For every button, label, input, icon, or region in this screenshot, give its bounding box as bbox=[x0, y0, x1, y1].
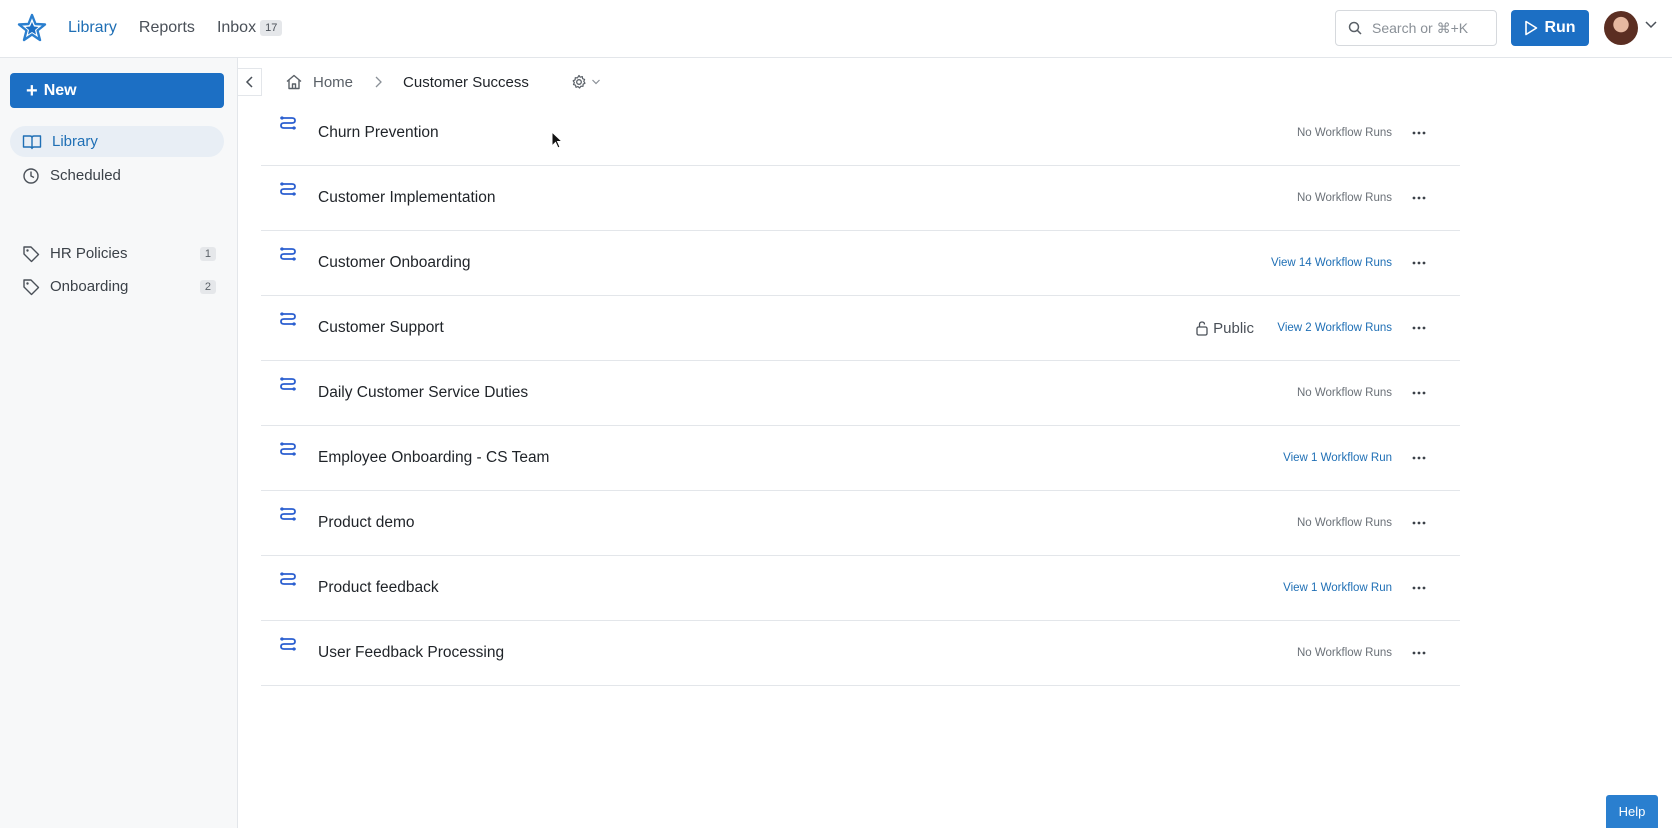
more-options-icon[interactable] bbox=[1409, 318, 1429, 338]
tag-icon bbox=[23, 278, 40, 295]
inbox-count-badge: 17 bbox=[260, 20, 283, 36]
workflow-name[interactable]: Churn Prevention bbox=[318, 124, 439, 142]
visibility-badge: Public bbox=[1195, 320, 1254, 337]
sidebar-item-library[interactable]: Library bbox=[10, 126, 224, 157]
chevron-down-icon[interactable] bbox=[1644, 20, 1658, 30]
workflow-runs-status[interactable]: View 2 Workflow Runs bbox=[1277, 322, 1392, 334]
workflow-name[interactable]: Product feedback bbox=[318, 579, 439, 597]
sidebar-tag-onboarding[interactable]: Onboarding 2 bbox=[10, 271, 224, 302]
workflow-name[interactable]: Product demo bbox=[318, 514, 415, 532]
workflow-runs-status: No Workflow Runs bbox=[1296, 387, 1392, 399]
more-options-icon[interactable] bbox=[1409, 448, 1429, 468]
search-input[interactable] bbox=[1372, 20, 1487, 36]
breadcrumb-home-label: Home bbox=[313, 73, 354, 91]
sidebar-item-label: HR Policies bbox=[50, 245, 128, 262]
workflow-list: Churn Prevention No Workflow Runs Customer… bbox=[261, 100, 1460, 686]
sidebar-item-label: Onboarding bbox=[50, 278, 129, 295]
unlock-icon bbox=[1196, 321, 1208, 336]
more-options-icon[interactable] bbox=[1409, 383, 1429, 403]
workflow-runs-status: No Workflow Runs bbox=[1296, 517, 1392, 529]
workflow-icon bbox=[280, 637, 296, 651]
workflow-icon bbox=[280, 377, 296, 391]
workflow-row[interactable]: Customer Onboarding View 14 Workflow Runs bbox=[261, 231, 1460, 296]
sidebar-item-scheduled[interactable]: Scheduled bbox=[10, 160, 224, 191]
workflow-runs-status: No Workflow Runs bbox=[1296, 126, 1392, 139]
workflow-runs-status[interactable]: View 14 Workflow Runs bbox=[1271, 257, 1392, 269]
more-options-icon[interactable] bbox=[1409, 123, 1429, 143]
new-button-label: New bbox=[43, 81, 77, 99]
more-options-icon[interactable] bbox=[1409, 188, 1429, 208]
plus-icon: + bbox=[26, 79, 38, 102]
search-icon bbox=[1348, 21, 1362, 35]
help-button[interactable]: Help bbox=[1606, 795, 1658, 828]
workflow-row[interactable]: Churn Prevention No Workflow Runs bbox=[261, 100, 1460, 166]
folder-settings-dropdown[interactable] bbox=[571, 74, 601, 90]
help-button-label: Help bbox=[1618, 804, 1646, 819]
chevron-left-icon bbox=[245, 76, 253, 88]
tag-count-badge: 2 bbox=[199, 279, 216, 294]
workflow-runs-status: No Workflow Runs bbox=[1296, 192, 1392, 204]
tag-count-badge: 1 bbox=[199, 246, 216, 261]
workflow-name[interactable]: Customer Onboarding bbox=[318, 254, 471, 272]
mouse-cursor-icon bbox=[551, 131, 563, 149]
nav-inbox[interactable]: Inbox 17 bbox=[216, 19, 283, 37]
breadcrumb-home[interactable]: Home bbox=[285, 74, 353, 91]
collapse-sidebar-button[interactable] bbox=[238, 68, 262, 96]
workflow-name[interactable]: Employee Onboarding - CS Team bbox=[318, 449, 549, 467]
nav-reports[interactable]: Reports bbox=[139, 19, 195, 37]
nav-reports-label: Reports bbox=[138, 19, 195, 36]
sidebar-tag-hr-policies[interactable]: HR Policies 1 bbox=[10, 238, 224, 269]
sidebar: + New Library Scheduled HR Policies 1 On… bbox=[0, 58, 238, 828]
new-button[interactable]: + New bbox=[10, 73, 224, 108]
workflow-row[interactable]: Product feedback View 1 Workflow Run bbox=[261, 556, 1460, 621]
more-options-icon[interactable] bbox=[1409, 578, 1429, 598]
workflow-name[interactable]: Customer Support bbox=[318, 319, 444, 337]
workflow-icon bbox=[280, 116, 296, 130]
chevron-right-icon bbox=[375, 76, 382, 88]
workflow-icon bbox=[280, 247, 296, 261]
workflow-icon bbox=[280, 507, 296, 521]
sidebar-item-label: Library bbox=[52, 133, 98, 150]
workflow-row[interactable]: Customer Support Public View 2 Workflow Ru… bbox=[261, 296, 1460, 361]
workflow-row[interactable]: Employee Onboarding - CS Team View 1 Work… bbox=[261, 426, 1460, 491]
more-options-icon[interactable] bbox=[1409, 513, 1429, 533]
workflow-runs-status[interactable]: View 1 Workflow Run bbox=[1283, 582, 1392, 594]
workflow-name[interactable]: User Feedback Processing bbox=[318, 644, 504, 662]
run-button[interactable]: Run bbox=[1511, 10, 1589, 46]
workflow-row[interactable]: Daily Customer Service Duties No Workflow… bbox=[261, 361, 1460, 426]
tag-icon bbox=[23, 245, 40, 262]
nav-inbox-label: Inbox bbox=[216, 19, 257, 36]
top-nav: Library Reports Inbox 17 bbox=[68, 0, 283, 56]
more-options-icon[interactable] bbox=[1409, 643, 1429, 663]
workflow-icon bbox=[280, 442, 296, 456]
more-options-icon[interactable] bbox=[1409, 253, 1429, 273]
book-icon bbox=[22, 134, 42, 149]
avatar[interactable] bbox=[1604, 11, 1638, 45]
nav-library-label: Library bbox=[68, 19, 117, 36]
chevron-down-icon bbox=[591, 79, 600, 85]
workflow-name[interactable]: Customer Implementation bbox=[318, 189, 495, 207]
breadcrumb-current: Customer Success bbox=[403, 73, 529, 91]
workflow-runs-status: No Workflow Runs bbox=[1296, 647, 1392, 659]
workflow-icon bbox=[280, 572, 296, 586]
clock-icon bbox=[23, 167, 39, 184]
breadcrumb: Home Customer Success bbox=[285, 70, 601, 94]
star-logo-icon[interactable] bbox=[17, 13, 47, 43]
workflow-icon bbox=[280, 182, 296, 196]
sidebar-item-label: Scheduled bbox=[50, 167, 121, 184]
workflow-icon bbox=[280, 312, 296, 326]
nav-library[interactable]: Library bbox=[68, 19, 117, 37]
workflow-runs-status[interactable]: View 1 Workflow Run bbox=[1283, 452, 1392, 464]
run-button-label: Run bbox=[1544, 19, 1576, 36]
home-icon bbox=[286, 74, 302, 90]
workflow-row[interactable]: Product demo No Workflow Runs bbox=[261, 491, 1460, 556]
workflow-name[interactable]: Daily Customer Service Duties bbox=[318, 384, 528, 402]
workflow-row[interactable]: Customer Implementation No Workflow Runs bbox=[261, 166, 1460, 231]
play-icon bbox=[1525, 20, 1538, 36]
gear-icon bbox=[572, 74, 586, 89]
search-box[interactable] bbox=[1335, 10, 1497, 46]
workflow-row[interactable]: User Feedback Processing No Workflow Runs bbox=[261, 621, 1460, 686]
top-bar: Library Reports Inbox17 Run bbox=[0, 0, 1672, 58]
visibility-label: Public bbox=[1213, 319, 1254, 337]
